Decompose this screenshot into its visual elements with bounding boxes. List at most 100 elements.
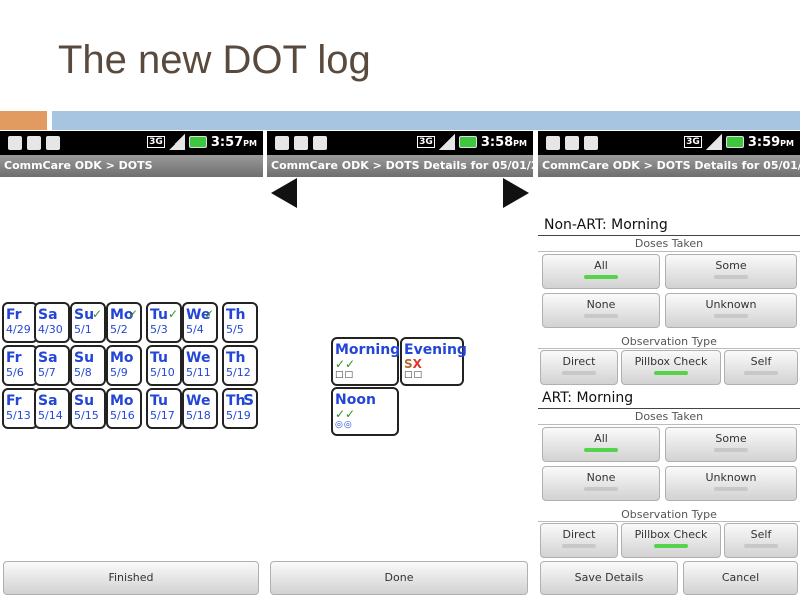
battery-icon <box>188 136 207 148</box>
debug-icon <box>46 136 60 150</box>
calendar-day-cell[interactable]: Tu 5/10 <box>146 345 182 386</box>
art-self-button[interactable]: Self <box>724 523 798 558</box>
dose-noon[interactable]: Noon ✓✓ ◎◎ <box>331 387 399 436</box>
observation-icons: □□ <box>335 370 355 380</box>
cancel-button[interactable]: Cancel <box>683 561 798 595</box>
dose-label: Evening <box>404 342 467 358</box>
battery-icon <box>458 136 477 148</box>
calendar-day-cell[interactable]: We 5/11 <box>182 345 218 386</box>
calendar-day-cell[interactable]: Mo 5/16 <box>106 388 142 429</box>
selection-indicator <box>562 544 596 548</box>
signal-icon <box>705 134 722 150</box>
dose-label: Noon <box>335 392 376 408</box>
status-bar: 3G 3:59PM <box>538 131 800 155</box>
nonart-self-button[interactable]: Self <box>724 350 798 385</box>
accent-bar-orange <box>0 111 47 130</box>
selection-indicator <box>584 487 618 491</box>
art-unknown-button[interactable]: Unknown <box>665 466 797 501</box>
android-icon <box>27 136 41 150</box>
calendar-day-cell[interactable]: Sa 5/14 <box>34 388 70 429</box>
nonart-all-button[interactable]: All <box>542 254 660 289</box>
date-label: 5/11 <box>186 366 211 379</box>
network-type: 3G <box>147 136 165 148</box>
calendar-day-cell[interactable]: Mo 5/2 ✓ <box>106 302 142 343</box>
observation-icons: ◎◎ <box>335 420 353 430</box>
selection-indicator <box>584 448 618 452</box>
selection-indicator <box>654 371 688 375</box>
nonart-pillbox-button[interactable]: Pillbox Check <box>621 350 721 385</box>
status-time: 3:57PM <box>210 134 257 150</box>
day-label: We <box>186 393 211 409</box>
dose-check-icon: ✓ <box>167 307 178 321</box>
previous-day-arrow-icon[interactable] <box>271 178 297 208</box>
calendar-day-cell[interactable]: Mo 5/9 <box>106 345 142 386</box>
save-details-button[interactable]: Save Details <box>540 561 678 595</box>
usb-icon <box>8 136 22 150</box>
date-label: 5/6 <box>6 366 24 379</box>
date-label: 5/1 <box>74 323 92 336</box>
art-some-button[interactable]: Some <box>665 427 797 462</box>
calendar-day-cell[interactable]: Fr 5/13 <box>2 388 38 429</box>
dose-check-icon: ✓ <box>203 307 214 321</box>
day-label: Sa <box>38 350 58 366</box>
divider <box>538 235 800 236</box>
day-label: Tu <box>150 350 168 366</box>
art-all-button[interactable]: All <box>542 427 660 462</box>
day-label: Fr <box>6 350 22 366</box>
slide-title: The new DOT log <box>58 38 371 82</box>
calendar-day-cell[interactable]: Fr 5/6 <box>2 345 38 386</box>
dose-evening[interactable]: Evening SX □□ <box>400 337 467 386</box>
art-direct-button[interactable]: Direct <box>540 523 618 558</box>
calendar-day-cell[interactable]: Su 5/15 <box>70 388 106 429</box>
calendar-day-cell[interactable]: Th 5/19 S <box>222 388 258 429</box>
date-label: 5/10 <box>150 366 175 379</box>
selection-indicator <box>584 314 618 318</box>
calendar-day-cell[interactable]: Sa 5/7 <box>34 345 70 386</box>
art-pillbox-button[interactable]: Pillbox Check <box>621 523 721 558</box>
selection-indicator <box>654 544 688 548</box>
calendar-day-cell[interactable]: Tu 5/3 ✓ <box>146 302 182 343</box>
debug-icon <box>584 136 598 150</box>
nonart-unknown-button[interactable]: Unknown <box>665 293 797 328</box>
date-label: 5/5 <box>226 323 244 336</box>
art-none-button[interactable]: None <box>542 466 660 501</box>
observation-type-label: Observation Type <box>621 508 717 521</box>
signal-icon <box>438 134 455 150</box>
finished-button[interactable]: Finished <box>3 561 259 595</box>
section-title-art: ART: Morning <box>542 390 634 406</box>
selection-indicator <box>584 275 618 279</box>
nonart-none-button[interactable]: None <box>542 293 660 328</box>
calendar-day-cell[interactable]: Su 5/8 <box>70 345 106 386</box>
date-label: 5/8 <box>74 366 92 379</box>
status-bar: 3G 3:58PM <box>267 131 533 155</box>
selection-indicator <box>714 275 748 279</box>
android-icon <box>294 136 308 150</box>
calendar-day-cell[interactable]: Su 5/1 ✓ <box>70 302 106 343</box>
date-label: 5/15 <box>74 409 99 422</box>
divider <box>538 408 800 409</box>
calendar-day-cell[interactable]: We 5/4 ✓ <box>182 302 218 343</box>
done-button[interactable]: Done <box>270 561 528 595</box>
day-label: Sa <box>38 393 58 409</box>
calendar-day-cell[interactable]: Th 5/12 <box>222 345 258 386</box>
day-label: Th <box>226 350 246 366</box>
calendar-day-cell[interactable]: Sa 4/30 <box>34 302 70 343</box>
section-title-nonart: Non-ART: Morning <box>544 217 668 233</box>
divider <box>538 521 800 522</box>
calendar-day-cell[interactable]: Tu 5/17 <box>146 388 182 429</box>
phone-screen-day-details: 3G 3:58PM CommCare ODK > DOTS Details fo… <box>267 131 533 600</box>
calendar-day-cell[interactable]: Th 5/5 <box>222 302 258 343</box>
calendar-day-cell[interactable]: Fr 4/29 <box>2 302 38 343</box>
nonart-direct-button[interactable]: Direct <box>540 350 618 385</box>
nonart-some-button[interactable]: Some <box>665 254 797 289</box>
day-label: We <box>186 350 211 366</box>
dose-check-icon: ✓ <box>127 307 138 321</box>
self-report-mark: S <box>243 391 254 409</box>
next-day-arrow-icon[interactable] <box>503 178 529 208</box>
date-label: 5/12 <box>226 366 251 379</box>
calendar-day-cell[interactable]: We 5/18 <box>182 388 218 429</box>
date-label: 5/9 <box>110 366 128 379</box>
network-type: 3G <box>417 136 435 148</box>
dose-morning[interactable]: Morning ✓✓ □□ <box>331 337 400 386</box>
date-label: 5/7 <box>38 366 56 379</box>
